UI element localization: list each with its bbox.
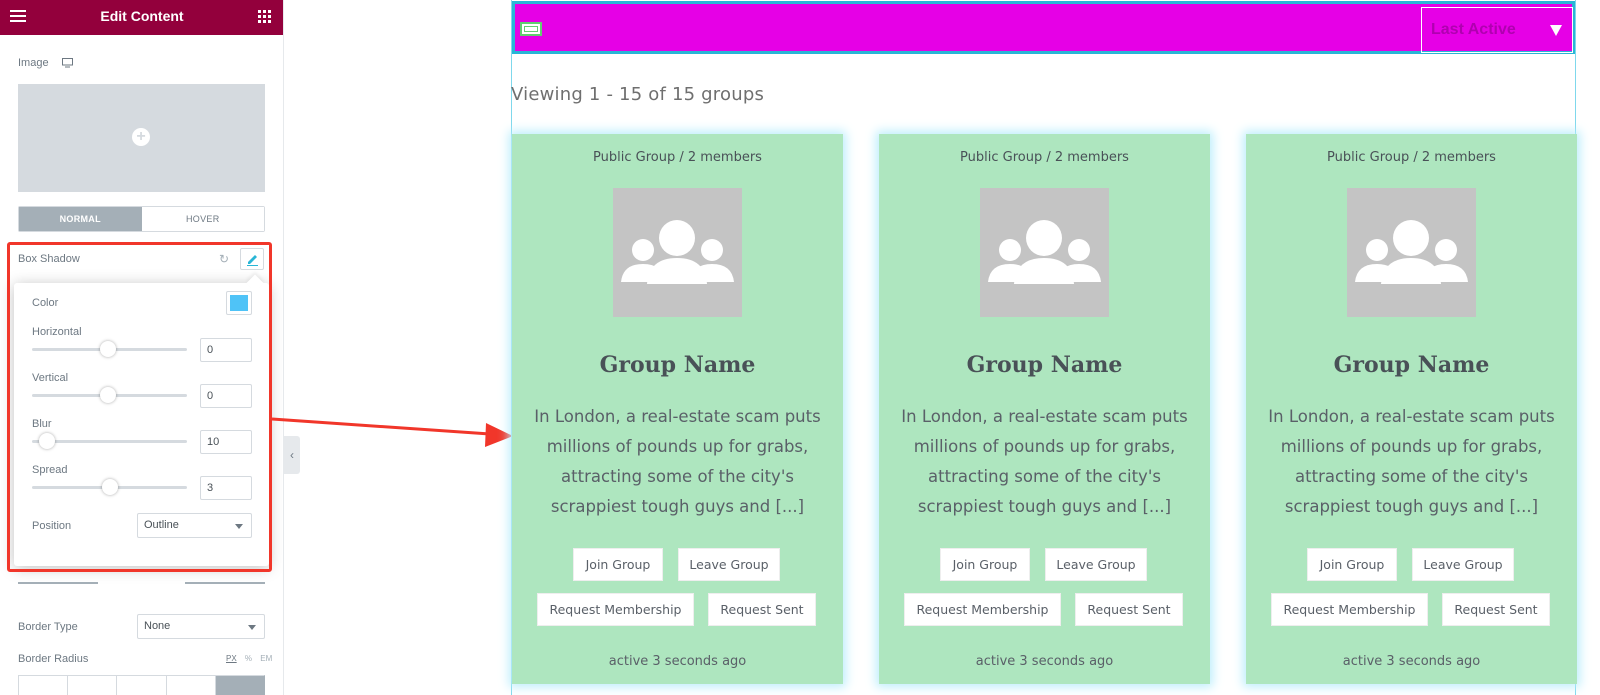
group-card: Public Group / 2 members Group Name In L… bbox=[879, 134, 1210, 684]
border-type-label: Border Type bbox=[18, 621, 78, 633]
highlight-annotation-box bbox=[7, 242, 272, 572]
group-meta: Public Group / 2 members bbox=[593, 150, 762, 165]
last-active: active 3 seconds ago bbox=[1342, 654, 1481, 669]
tab-normal[interactable]: NORMAL bbox=[19, 207, 142, 231]
join-group-button[interactable]: Join Group bbox=[1307, 548, 1397, 581]
border-radius-label: Border Radius bbox=[18, 653, 89, 665]
last-active: active 3 seconds ago bbox=[608, 654, 747, 669]
unit-switcher: PX % EM bbox=[220, 654, 272, 663]
unit-em[interactable]: EM bbox=[260, 654, 272, 663]
group-avatar[interactable] bbox=[980, 188, 1109, 317]
link-values-icon[interactable] bbox=[214, 675, 266, 695]
annotation-arrow bbox=[271, 417, 513, 447]
radius-left-input[interactable] bbox=[165, 675, 215, 695]
join-group-button[interactable]: Join Group bbox=[940, 548, 1030, 581]
group-name[interactable]: Group Name bbox=[879, 352, 1210, 378]
group-avatar[interactable] bbox=[1347, 188, 1476, 317]
leave-group-button[interactable]: Leave Group bbox=[1045, 548, 1147, 581]
editor-header: Edit Content bbox=[0, 0, 283, 35]
order-by-value: Last Active bbox=[1431, 21, 1516, 38]
leave-group-button[interactable]: Leave Group bbox=[1412, 548, 1514, 581]
request-membership-button[interactable]: Request Membership bbox=[537, 593, 694, 626]
tab-hover[interactable]: HOVER bbox=[141, 207, 264, 231]
image-placeholder[interactable]: + bbox=[18, 84, 265, 192]
group-avatar[interactable] bbox=[613, 188, 742, 317]
join-group-button[interactable]: Join Group bbox=[573, 548, 663, 581]
widget-handle-icon[interactable] bbox=[520, 22, 542, 36]
border-type-value: None bbox=[144, 620, 171, 632]
pagination-count: Viewing 1 - 15 of 15 groups bbox=[511, 84, 765, 105]
radius-top-input[interactable] bbox=[18, 675, 68, 695]
group-description: In London, a real-estate scam puts milli… bbox=[901, 407, 1188, 516]
divider-left bbox=[18, 582, 98, 584]
request-sent-button[interactable]: Request Sent bbox=[1442, 593, 1550, 626]
group-card: Public Group / 2 members Group Name In L… bbox=[1246, 134, 1577, 684]
last-active: active 3 seconds ago bbox=[975, 654, 1114, 669]
group-meta: Public Group / 2 members bbox=[1327, 150, 1496, 165]
editor-title: Edit Content bbox=[100, 8, 184, 24]
group-card: Public Group / 2 members Group Name In L… bbox=[512, 134, 843, 684]
groups-toolbar: Last Active bbox=[512, 1, 1575, 54]
border-type-select[interactable]: None bbox=[137, 614, 265, 639]
image-label: Image bbox=[18, 57, 49, 69]
group-name[interactable]: Group Name bbox=[512, 352, 843, 378]
request-sent-button[interactable]: Request Sent bbox=[708, 593, 816, 626]
dropdown-triangle-icon bbox=[1550, 25, 1562, 36]
unit-percent[interactable]: % bbox=[245, 654, 252, 663]
radius-right-input[interactable] bbox=[67, 675, 117, 695]
add-image-icon[interactable]: + bbox=[132, 128, 150, 146]
chevron-down-icon bbox=[248, 625, 256, 630]
unit-px[interactable]: PX bbox=[226, 654, 237, 663]
group-meta: Public Group / 2 members bbox=[960, 150, 1129, 165]
radius-bottom-input[interactable] bbox=[116, 675, 166, 695]
leave-group-button[interactable]: Leave Group bbox=[678, 548, 780, 581]
group-name[interactable]: Group Name bbox=[1246, 352, 1577, 378]
group-description: In London, a real-estate scam puts milli… bbox=[534, 407, 821, 516]
divider-right bbox=[185, 582, 265, 584]
request-membership-button[interactable]: Request Membership bbox=[904, 593, 1061, 626]
desktop-responsive-icon[interactable] bbox=[62, 58, 73, 68]
order-by-select[interactable]: Last Active bbox=[1421, 7, 1573, 53]
request-membership-button[interactable]: Request Membership bbox=[1271, 593, 1428, 626]
group-description: In London, a real-estate scam puts milli… bbox=[1268, 407, 1555, 516]
widgets-grid-icon[interactable] bbox=[258, 10, 271, 23]
editor-panel: Edit Content Image + NORMAL HOVER Box Sh… bbox=[0, 0, 284, 695]
request-sent-button[interactable]: Request Sent bbox=[1075, 593, 1183, 626]
border-radius-inputs bbox=[18, 675, 266, 695]
state-tabs: NORMAL HOVER bbox=[18, 206, 265, 232]
